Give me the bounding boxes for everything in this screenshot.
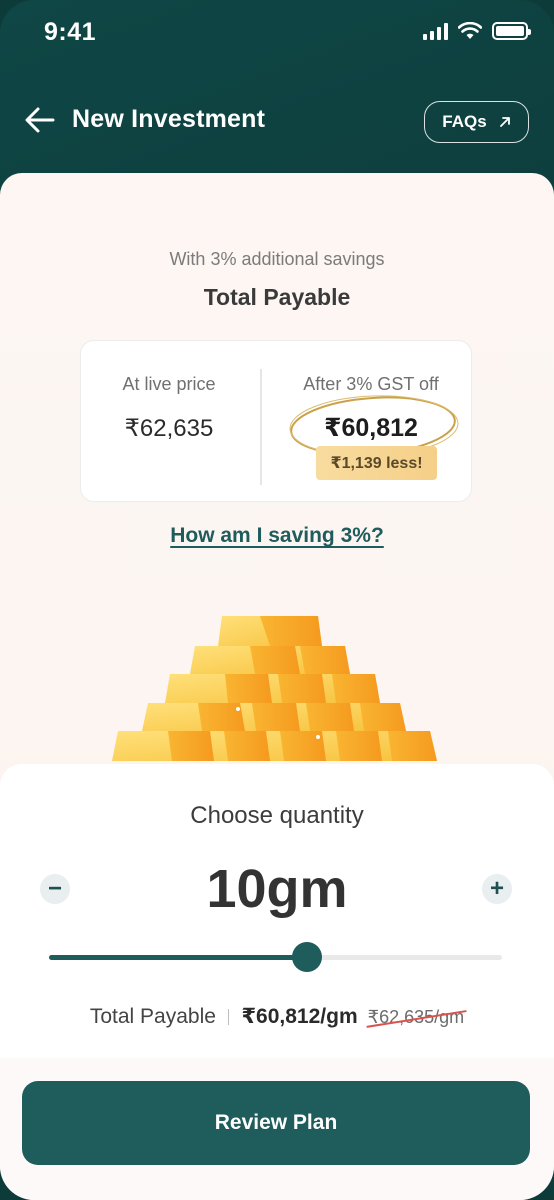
- header: New Investment FAQs: [0, 92, 554, 152]
- live-price-value: ₹62,635: [124, 415, 214, 442]
- how-saving-link[interactable]: How am I saving 3%?: [0, 524, 554, 548]
- gold-bars-illustration: [112, 616, 437, 761]
- quantity-value: 10gm: [206, 859, 348, 919]
- status-icons: [423, 22, 531, 40]
- price-card: At live price ₹62,635 After 3% GST off ₹…: [80, 340, 472, 502]
- status-time: 9:41: [44, 18, 97, 46]
- status-bar: 9:41: [0, 0, 554, 66]
- summary-row: Total Payable ₹60,812/gm ₹62,635/gm: [0, 1004, 554, 1029]
- quantity-slider[interactable]: [49, 942, 502, 972]
- savings-note: With 3% additional savings: [169, 249, 385, 269]
- divider: [260, 369, 262, 485]
- slider-thumb[interactable]: [292, 942, 323, 972]
- total-payable-title: Total Payable: [203, 284, 351, 310]
- slider-fill: [49, 955, 308, 960]
- savings-badge: ₹1,139 less!: [316, 446, 437, 480]
- page-title: New Investment: [72, 105, 266, 133]
- wifi-icon: [458, 22, 482, 39]
- quantity-panel: Choose quantity − 10gm + Total Payable ₹…: [0, 764, 554, 1064]
- back-arrow-icon[interactable]: [24, 106, 56, 134]
- bottom-bar: Review Plan: [0, 1058, 554, 1200]
- app-screen: 9:41 New Investment FAQs With 3% additio…: [0, 0, 554, 1200]
- summary-price: ₹60,812/gm: [241, 1005, 358, 1028]
- increase-button[interactable]: +: [482, 874, 512, 904]
- after-gst-price: ₹60,812: [324, 414, 418, 442]
- external-link-icon: [499, 117, 510, 127]
- summary-old-price: ₹62,635/gm: [367, 1007, 465, 1027]
- review-plan-button[interactable]: Review Plan: [22, 1081, 530, 1165]
- faqs-label: FAQs: [442, 112, 487, 131]
- summary-label: Total Payable: [89, 1005, 216, 1028]
- signal-icon: [423, 22, 448, 40]
- battery-icon: [492, 22, 531, 40]
- live-price-label: At live price: [122, 374, 216, 394]
- choose-quantity-title: Choose quantity: [190, 802, 364, 829]
- faqs-button[interactable]: FAQs: [424, 101, 529, 143]
- summary-divider: [227, 1008, 230, 1025]
